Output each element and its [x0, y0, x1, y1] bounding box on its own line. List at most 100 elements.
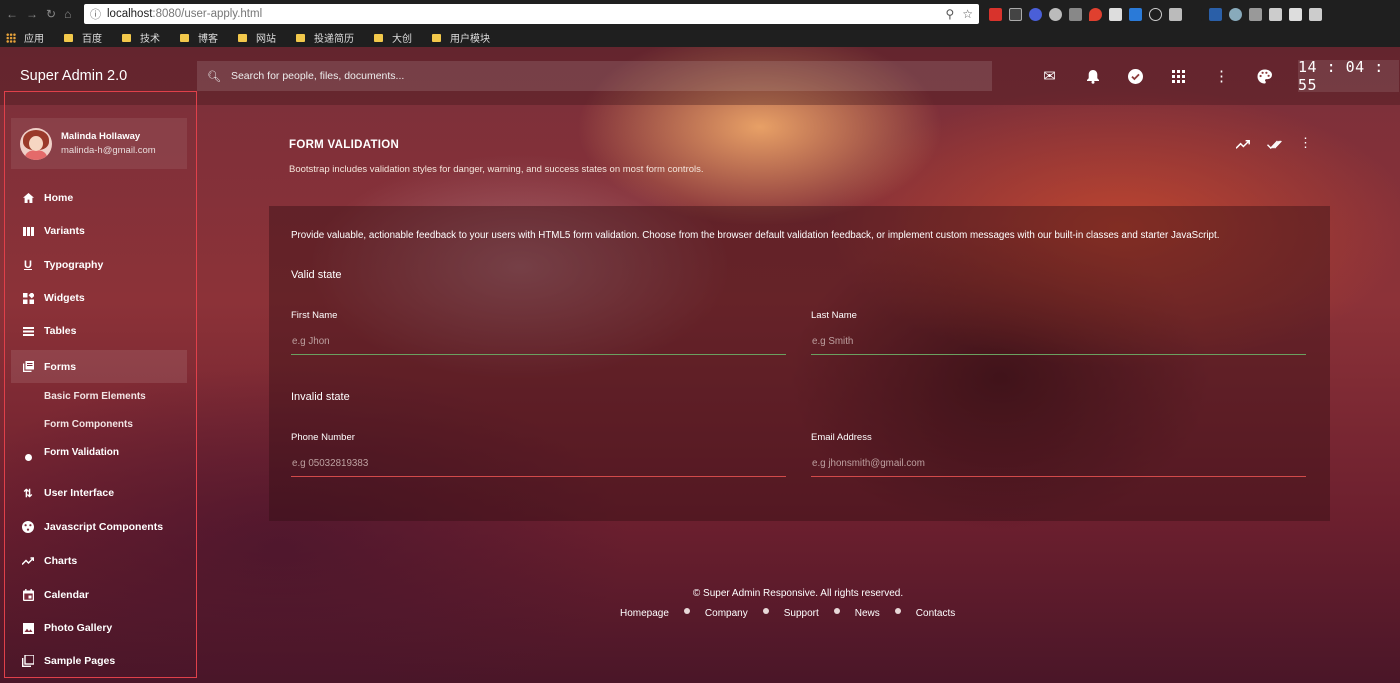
extension-icon[interactable]: [1089, 7, 1102, 21]
page-subtitle: Bootstrap includes validation styles for…: [289, 164, 704, 175]
extension-icon[interactable]: [1309, 7, 1322, 21]
done-all-icon[interactable]: [1267, 138, 1282, 152]
sidebar-item-javascript-components[interactable]: Javascript Components: [11, 512, 187, 542]
separator-dot: [762, 607, 769, 614]
info-icon[interactable]: ⓘ: [90, 6, 101, 22]
last-name-label: Last Name: [811, 310, 857, 321]
extension-icon[interactable]: [1249, 7, 1262, 21]
widgets-icon: [22, 292, 34, 304]
sidebar-item-sample-pages[interactable]: Sample Pages: [11, 646, 187, 676]
trending-up-icon[interactable]: [1235, 138, 1250, 152]
card-description: Provide valuable, actionable feedback to…: [291, 230, 1220, 241]
bookmark-folder[interactable]: 投递简历: [296, 30, 354, 45]
brand-title[interactable]: Super Admin 2.0: [0, 68, 197, 84]
profile-email: malinda-h@gmail.com: [61, 145, 156, 156]
extension-icon[interactable]: [1229, 7, 1242, 21]
extension-icon[interactable]: [1209, 7, 1222, 21]
form-validation-card: Provide valuable, actionable feedback to…: [269, 206, 1330, 521]
folder-icon: [122, 33, 131, 42]
components-icon: [22, 521, 34, 533]
more-vert-icon[interactable]: ⋮: [1200, 67, 1243, 85]
bookmark-folder[interactable]: 技术: [122, 30, 160, 45]
email-address-input[interactable]: e.g jhonsmith@gmail.com: [811, 451, 1306, 477]
folder-icon: [432, 33, 441, 42]
sidebar-subitem-form-validation[interactable]: Form Validation: [44, 447, 119, 458]
search-icon: 🔍︎: [207, 70, 221, 83]
back-icon[interactable]: ←: [6, 7, 18, 21]
active-dot-icon: [25, 454, 32, 461]
bookmark-folder[interactable]: 百度: [64, 30, 102, 45]
more-vert-icon[interactable]: ⋮: [1299, 136, 1312, 152]
extension-icon[interactable]: [1189, 7, 1202, 21]
extension-icon[interactable]: [1049, 7, 1062, 21]
extension-icon[interactable]: [1069, 7, 1082, 21]
footer-link-homepage[interactable]: Homepage: [620, 608, 669, 619]
folder-icon: [296, 33, 305, 42]
page-title: FORM VALIDATION: [289, 139, 400, 151]
browser-toolbar: ← → ↻ ⌂ ⓘ localhost:8080/user-apply.html…: [0, 0, 1400, 28]
top-icon-group: ✉ ⋮: [1028, 67, 1286, 85]
header-actions: ⋮: [1235, 136, 1312, 152]
extension-icon[interactable]: [1009, 7, 1022, 21]
sidebar-item-widgets[interactable]: Widgets: [11, 283, 187, 313]
sidebar-item-typography[interactable]: U Typography: [11, 250, 187, 280]
bookmark-folder[interactable]: 用户模块: [432, 30, 490, 45]
valid-state-heading: Valid state: [291, 269, 342, 281]
bookmark-folder[interactable]: 网站: [238, 30, 276, 45]
table-icon: [22, 325, 34, 337]
zoom-icon[interactable]: ⚲: [945, 7, 954, 21]
profile-name: Malinda Hollaway: [61, 131, 141, 142]
extension-icon[interactable]: [1109, 7, 1122, 21]
sidebar-item-forms[interactable]: Forms: [11, 350, 187, 383]
extension-icon[interactable]: [1169, 7, 1182, 21]
search-bar[interactable]: 🔍︎ Search for people, files, documents..…: [197, 61, 992, 91]
mail-icon[interactable]: ✉: [1028, 67, 1071, 85]
apps-grid-icon[interactable]: [6, 32, 16, 43]
footer-link-company[interactable]: Company: [705, 608, 748, 619]
palette-icon[interactable]: [1243, 67, 1286, 85]
sidebar-item-home[interactable]: Home: [11, 183, 187, 213]
forward-icon[interactable]: →: [26, 7, 38, 21]
bookmark-folder[interactable]: 大创: [374, 30, 412, 45]
separator-dot: [833, 607, 840, 614]
extension-icon[interactable]: [1149, 7, 1162, 21]
bookmark-apps[interactable]: 应用: [24, 30, 44, 45]
bell-icon[interactable]: [1071, 67, 1114, 85]
bookmark-star-icon[interactable]: ☆: [962, 7, 973, 21]
extension-icon[interactable]: [1029, 7, 1042, 21]
sidebar-item-charts[interactable]: Charts: [11, 546, 187, 576]
phone-number-input[interactable]: e.g 05032819383: [291, 451, 786, 477]
columns-icon: [22, 225, 34, 237]
sidebar-item-photo-gallery[interactable]: Photo Gallery: [11, 613, 187, 643]
footer-link-support[interactable]: Support: [784, 608, 819, 619]
user-profile[interactable]: Malinda Hollaway malinda-h@gmail.com: [11, 118, 187, 169]
sidebar-item-variants[interactable]: Variants: [11, 216, 187, 246]
extension-icon[interactable]: [989, 7, 1002, 21]
clock: 14 : 04 : 55: [1298, 58, 1399, 94]
bookmark-folder[interactable]: 博客: [180, 30, 218, 45]
sidebar-subitem-form-components[interactable]: Form Components: [44, 419, 133, 430]
footer-link-contacts[interactable]: Contacts: [916, 608, 955, 619]
extension-icon[interactable]: [1129, 7, 1142, 21]
invalid-state-heading: Invalid state: [291, 391, 350, 403]
search-input[interactable]: Search for people, files, documents...: [231, 70, 404, 82]
sidebar-subitem-basic-form-elements[interactable]: Basic Form Elements: [44, 391, 146, 402]
phone-number-label: Phone Number: [291, 432, 355, 443]
first-name-input[interactable]: e.g Jhon: [291, 329, 786, 355]
check-circle-icon[interactable]: [1114, 67, 1157, 85]
folder-icon: [238, 33, 247, 42]
last-name-input[interactable]: e.g Smith: [811, 329, 1306, 355]
extension-icon[interactable]: [1289, 7, 1302, 21]
reload-icon[interactable]: ↻: [46, 7, 56, 21]
extension-icon[interactable]: [1269, 7, 1282, 21]
footer-link-news[interactable]: News: [855, 608, 880, 619]
home-browser-icon[interactable]: ⌂: [64, 7, 71, 21]
extension-icons: [989, 7, 1322, 21]
top-navbar: Super Admin 2.0 🔍︎ Search for people, fi…: [0, 47, 1400, 105]
sidebar-item-user-interface[interactable]: ⇅ User Interface: [11, 478, 187, 508]
apps-icon[interactable]: [1157, 67, 1200, 85]
browser-nav: ← → ↻ ⌂: [0, 7, 84, 21]
address-bar[interactable]: ⓘ localhost:8080/user-apply.html ⚲ ☆: [84, 4, 979, 24]
sidebar-item-tables[interactable]: Tables: [11, 316, 187, 346]
image-icon: [22, 622, 34, 634]
